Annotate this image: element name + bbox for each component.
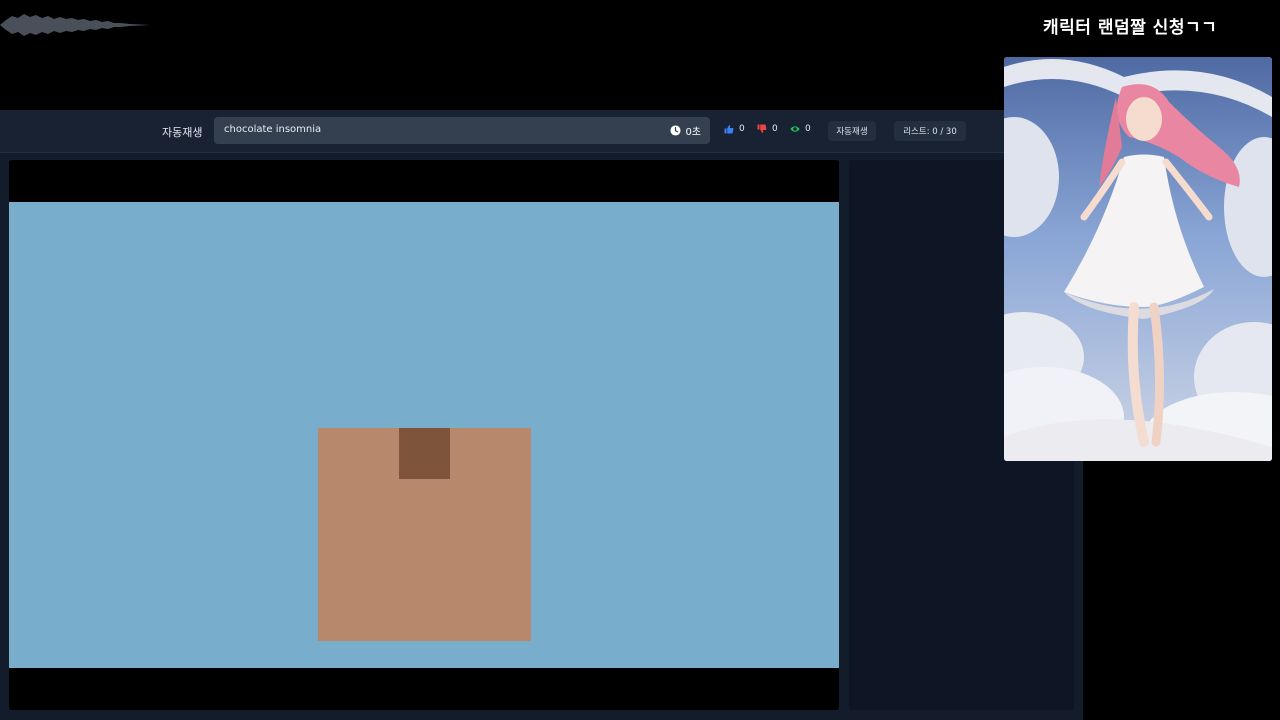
- view-count: 0: [790, 124, 811, 134]
- like-button[interactable]: 0: [724, 124, 745, 134]
- timer: 0초: [670, 123, 701, 138]
- timer-value: 0초: [685, 127, 701, 138]
- list-counter-button[interactable]: 리스트: 0 / 30: [894, 121, 966, 141]
- clock-icon: [670, 125, 681, 136]
- like-count: 0: [739, 124, 745, 134]
- box-tape-graphic: [399, 428, 450, 479]
- eye-icon: [790, 126, 800, 132]
- autoplay-label: 자동재생: [162, 126, 203, 139]
- search-value: chocolate insomnia: [224, 124, 322, 135]
- song-search-input[interactable]: chocolate insomnia 0초: [214, 117, 710, 144]
- views-count: 0: [805, 124, 811, 134]
- thumbs-up-icon: [724, 125, 734, 134]
- dislike-button[interactable]: 0: [757, 124, 778, 134]
- stream-overlay-title: 캐릭터 랜덤짤 신청ㄱㄱ: [1043, 18, 1218, 38]
- dislike-count: 0: [772, 124, 778, 134]
- autoplay-button[interactable]: 자동재생: [828, 121, 876, 141]
- character-artwork: [1004, 57, 1272, 461]
- cardboard-box-graphic: [318, 428, 531, 641]
- video-frame-content: [9, 202, 839, 668]
- thumbs-down-icon: [757, 124, 767, 133]
- audio-waveform: [0, 14, 150, 36]
- anime-girl-illustration: [1004, 57, 1272, 461]
- video-player[interactable]: [9, 160, 839, 710]
